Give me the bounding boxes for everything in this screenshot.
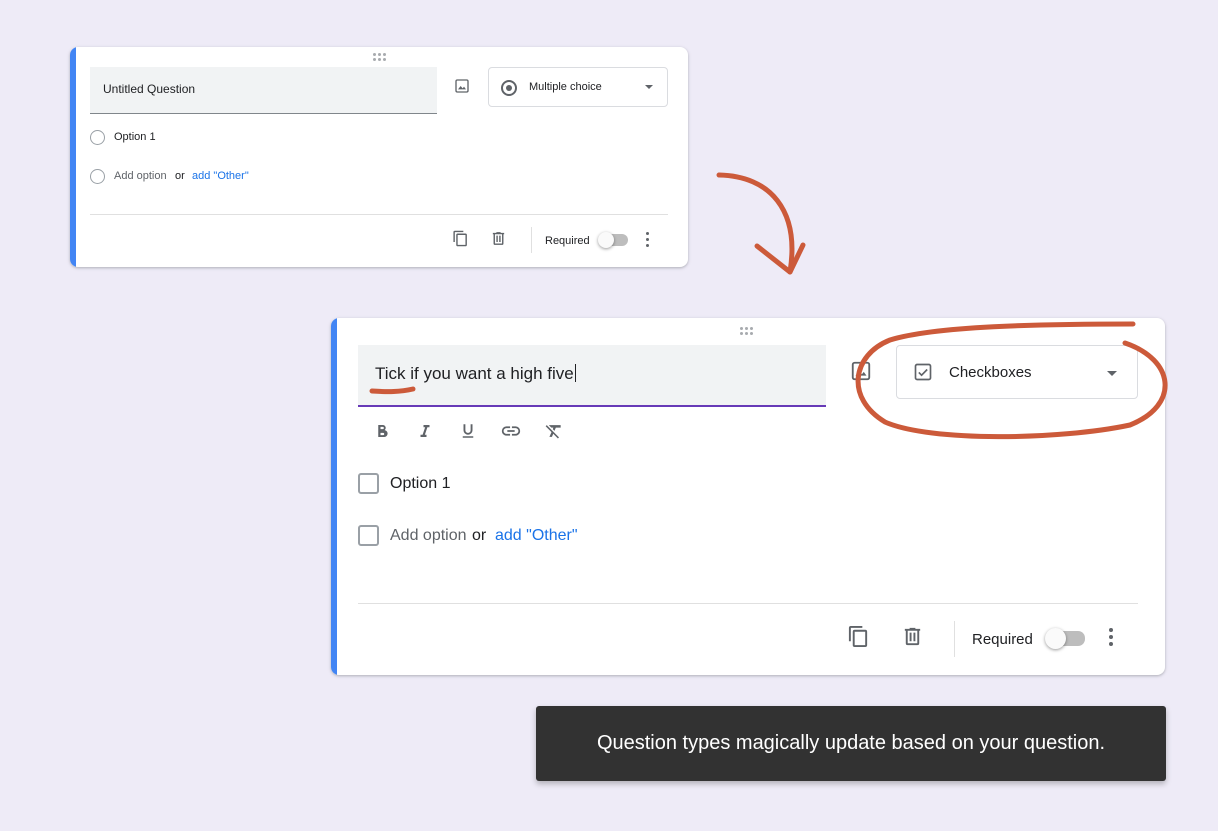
required-toggle[interactable] xyxy=(1045,628,1085,649)
text-format-toolbar xyxy=(369,418,566,443)
question-title-input[interactable]: Tick if you want a high five xyxy=(358,345,826,407)
option-radio xyxy=(90,130,105,145)
required-toggle[interactable] xyxy=(598,232,628,248)
option-label[interactable]: Option 1 xyxy=(390,475,450,493)
more-options-icon[interactable] xyxy=(646,232,649,247)
question-type-label: Multiple choice xyxy=(529,81,602,93)
option-label[interactable]: Option 1 xyxy=(114,131,156,143)
question-type-label: Checkboxes xyxy=(949,364,1032,381)
divider xyxy=(358,603,1138,604)
question-title-text: Tick if you want a high five xyxy=(375,364,574,383)
card-accent-bar xyxy=(70,47,76,267)
add-other-link[interactable]: add "Other" xyxy=(495,527,578,545)
question-card-before: Untitled Question Multiple choice Option… xyxy=(70,47,688,267)
question-type-dropdown[interactable]: Checkboxes xyxy=(896,345,1138,399)
or-text: or xyxy=(175,170,185,182)
required-label: Required xyxy=(972,631,1033,648)
required-label: Required xyxy=(545,235,590,247)
card-accent-bar xyxy=(331,318,337,675)
snackbar-toast: Question types magically update based on… xyxy=(536,706,1166,781)
clear-format-icon[interactable] xyxy=(541,418,566,443)
question-title-input[interactable]: Untitled Question xyxy=(90,67,437,114)
add-image-icon[interactable] xyxy=(454,78,470,99)
duplicate-icon[interactable] xyxy=(847,625,870,653)
duplicate-icon[interactable] xyxy=(452,230,469,252)
add-other-link[interactable]: add "Other" xyxy=(192,170,249,182)
text-cursor xyxy=(574,364,576,382)
add-option-radio xyxy=(90,169,105,184)
trash-icon[interactable] xyxy=(490,230,507,252)
arrow-head-annotation xyxy=(754,242,806,275)
divider xyxy=(90,214,668,215)
or-text: or xyxy=(472,527,487,544)
add-option-input[interactable]: Add option xyxy=(390,527,467,545)
curved-arrow-annotation xyxy=(716,172,795,275)
add-option-checkbox xyxy=(358,525,379,546)
toolbar-separator xyxy=(531,227,532,253)
italic-icon[interactable] xyxy=(412,418,437,443)
radio-button-icon xyxy=(501,80,517,96)
underline-icon[interactable] xyxy=(455,418,480,443)
add-option-input[interactable]: Add option xyxy=(114,170,167,182)
option-checkbox xyxy=(358,473,379,494)
question-type-dropdown[interactable]: Multiple choice xyxy=(488,67,668,107)
chevron-down-icon xyxy=(645,85,653,89)
drag-handle-icon[interactable] xyxy=(373,53,386,61)
link-icon[interactable] xyxy=(498,418,523,443)
toolbar-separator xyxy=(954,621,955,657)
question-card-after: Tick if you want a high five Checkboxes … xyxy=(331,318,1165,675)
trash-icon[interactable] xyxy=(901,625,924,653)
more-options-icon[interactable] xyxy=(1109,628,1113,646)
drag-handle-icon[interactable] xyxy=(740,327,753,335)
chevron-down-icon xyxy=(1107,371,1117,376)
checkbox-icon xyxy=(913,362,933,387)
toast-message: Question types magically update based on… xyxy=(596,732,1106,754)
add-image-icon[interactable] xyxy=(850,360,872,387)
bold-icon[interactable] xyxy=(369,418,394,443)
